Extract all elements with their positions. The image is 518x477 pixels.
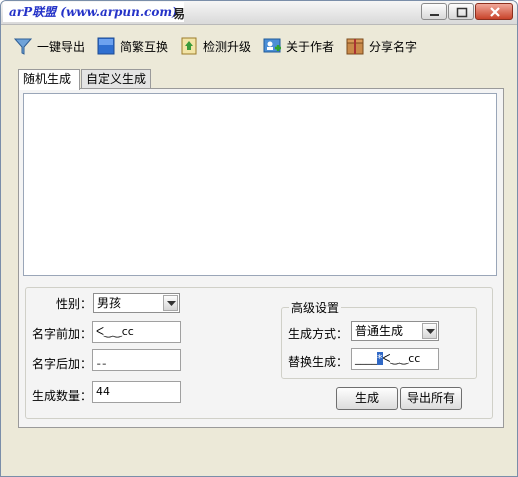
window-title: 易 xyxy=(173,7,186,21)
tab-random[interactable]: 随机生成 xyxy=(18,69,80,90)
replace-text-before: ____ xyxy=(355,352,377,365)
suffix-input[interactable]: ˍˍ xyxy=(92,349,181,371)
dropdown-button[interactable] xyxy=(163,295,178,311)
count-label: 生成数量： xyxy=(32,389,93,403)
convert-tool[interactable]: 简繁互换 xyxy=(96,35,168,57)
tool-label: 关于作者 xyxy=(286,39,335,54)
update-check-icon xyxy=(181,37,197,55)
tool-label: 一键导出 xyxy=(37,39,86,54)
toolbar: 一键导出 简繁互换 检测升级 关于作者 分享名字 xyxy=(1,27,517,65)
close-icon xyxy=(490,7,500,17)
dropdown-button[interactable] xyxy=(422,323,437,339)
share-name-tool[interactable]: 分享名字 xyxy=(345,35,417,57)
mode-value: 普通生成 xyxy=(355,324,404,338)
minimize-button[interactable] xyxy=(421,3,447,20)
generate-button[interactable]: 生成 xyxy=(336,387,398,410)
user-card-icon xyxy=(263,38,281,53)
tab-custom[interactable]: 自定义生成 xyxy=(81,69,151,89)
replace-input[interactable]: ____*ᐸ‿‿ᴄᴄ xyxy=(351,348,439,370)
check-update-tool[interactable]: 检测升级 xyxy=(179,35,251,57)
tool-label: 分享名字 xyxy=(369,39,418,54)
mode-label: 生成方式： xyxy=(288,327,349,341)
blue-square-icon xyxy=(97,37,115,55)
replace-label: 替换生成： xyxy=(288,355,349,369)
minimize-icon xyxy=(430,14,439,16)
about-author-tool[interactable]: 关于作者 xyxy=(262,35,334,57)
chevron-down-icon xyxy=(167,301,176,306)
app-window: arP联盟 (www.arpun.com) 易 一键导出 简繁互换 检测升级 关… xyxy=(0,0,518,477)
maximize-icon xyxy=(456,7,468,18)
prefix-label: 名字前加： xyxy=(32,327,93,341)
suffix-label: 名字后加： xyxy=(32,357,93,371)
count-input[interactable]: 44 xyxy=(92,381,181,403)
close-button[interactable] xyxy=(475,3,513,20)
gender-value: 男孩 xyxy=(97,296,122,310)
export-all-tool[interactable]: 一键导出 xyxy=(13,35,85,57)
export-all-button[interactable]: 导出所有 xyxy=(400,387,462,410)
maximize-button[interactable] xyxy=(448,3,474,20)
mode-select[interactable]: 普通生成 xyxy=(351,321,439,341)
prefix-input[interactable]: ᐸ‿‿ᴄᴄ xyxy=(92,321,181,343)
share-box-icon xyxy=(346,38,364,55)
replace-text-after: ᐸ‿‿ᴄᴄ xyxy=(382,352,421,365)
chevron-down-icon xyxy=(426,329,435,334)
advanced-settings-title: 高级设置 xyxy=(289,299,342,316)
tool-label: 简繁互换 xyxy=(120,39,169,54)
tool-label: 检测升级 xyxy=(203,39,252,54)
gender-label: 性别： xyxy=(56,297,93,311)
results-textarea[interactable] xyxy=(23,93,497,276)
funnel-export-icon xyxy=(13,38,33,55)
watermark-logo: arP联盟 (www.arpun.com) xyxy=(3,2,184,22)
gender-select[interactable]: 男孩 xyxy=(93,293,180,313)
title-bar[interactable]: arP联盟 (www.arpun.com) 易 xyxy=(1,1,517,25)
